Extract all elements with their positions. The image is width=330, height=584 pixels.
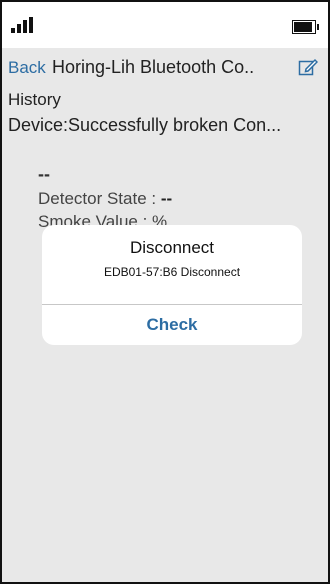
phone-screen: Back Horing-Lih Bluetooth Co.. History D…: [0, 0, 330, 584]
dialog-title: Disconnect: [129, 238, 215, 257]
dialog-message: EDB01-57:B6 Disconnect: [103, 265, 241, 279]
check-button[interactable]: Check: [42, 305, 302, 345]
disconnect-dialog: Disconnect EDB01-57:B6 Disconnect Check: [42, 225, 302, 345]
